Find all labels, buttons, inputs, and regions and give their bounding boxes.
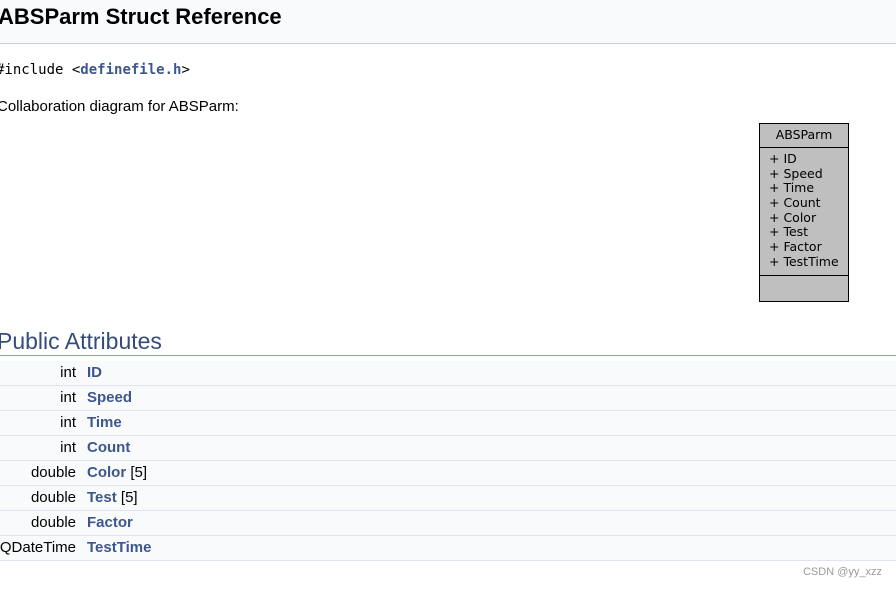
member-link[interactable]: Speed <box>87 389 132 406</box>
member-row: int Time <box>0 411 896 436</box>
diagram-attribute: + ID <box>769 151 797 166</box>
member-link[interactable]: Count <box>87 439 130 456</box>
member-link[interactable]: Time <box>87 414 122 431</box>
section-divider <box>0 355 896 356</box>
diagram-class-name: ABSParm <box>760 124 848 148</box>
member-suffix: [5] <box>116 489 138 506</box>
section-title-public-attributes: Public Attributes <box>0 328 162 354</box>
diagram-attribute: + Test <box>769 224 809 240</box>
member-row: int ID <box>0 361 896 386</box>
collaboration-label: Collaboration diagram for ABSParm: <box>0 98 239 115</box>
diagram-attribute: + Count <box>769 195 821 211</box>
member-row: double Color [5] <box>0 461 896 486</box>
diagram-attribute: + Color <box>769 209 817 225</box>
member-link[interactable]: ID <box>87 364 102 381</box>
diagram-attribute: + Speed <box>769 165 823 181</box>
member-type: int <box>60 414 76 431</box>
member-row: QDateTime TestTime <box>0 536 896 561</box>
member-row: double Test [5] <box>0 486 896 511</box>
member-type: int <box>60 439 76 456</box>
member-suffix: [5] <box>126 464 148 481</box>
member-type: QDateTime <box>0 539 76 556</box>
member-link[interactable]: Factor <box>87 514 133 531</box>
member-table: int ID int Speed int Time int Count doub… <box>0 361 896 561</box>
member-type: double <box>30 489 76 506</box>
member-row: int Count <box>0 436 896 461</box>
collaboration-diagram[interactable]: ABSParm + ID + Speed + Time + Count + Co… <box>759 123 849 302</box>
page-header: ABSParm Struct Reference <box>0 0 896 44</box>
include-prefix: #include < <box>0 62 81 78</box>
diagram-attribute-list: + ID + Speed + Time + Count + Color + Te… <box>760 148 848 276</box>
diagram-attribute: + Time <box>769 180 815 196</box>
diagram-attribute: + Factor <box>769 239 822 255</box>
page-title: ABSParm Struct Reference <box>0 4 282 29</box>
diagram-attribute: + TestTime <box>769 253 839 269</box>
member-type: double <box>30 514 76 531</box>
member-type: int <box>60 389 76 406</box>
member-link[interactable]: TestTime <box>87 539 151 556</box>
member-row: int Speed <box>0 386 896 411</box>
include-file-link[interactable]: definefile.h <box>80 62 181 78</box>
member-link[interactable]: Color <box>87 464 126 481</box>
member-type: double <box>30 464 76 481</box>
include-directive: #include <definefile.h> <box>0 60 190 80</box>
member-row: double Factor <box>0 511 896 536</box>
watermark: CSDN @yy_xzz <box>802 566 882 578</box>
member-type: int <box>60 364 76 381</box>
member-link[interactable]: Test <box>87 489 117 506</box>
include-suffix: > <box>181 62 190 78</box>
